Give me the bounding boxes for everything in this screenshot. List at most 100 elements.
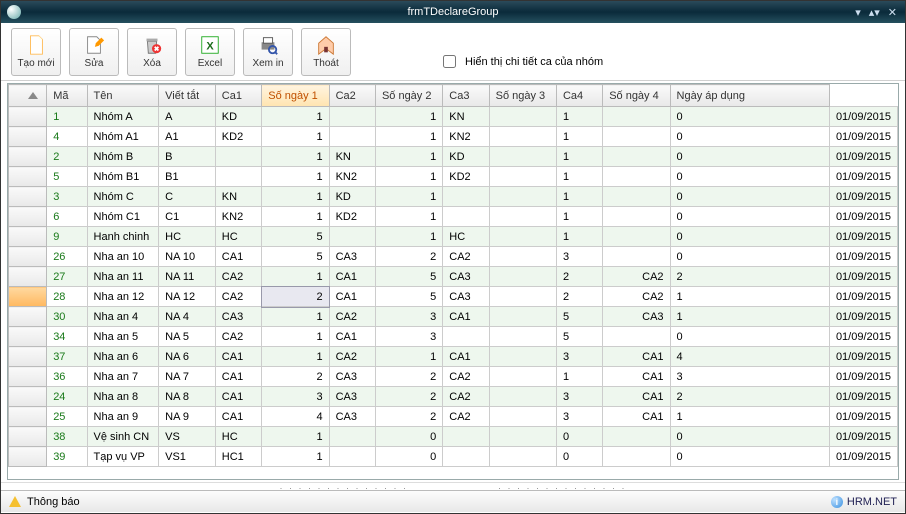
table-row[interactable]: 30Nha an 4NA 4CA31CA23CA15CA3101/09/2015 — [9, 307, 898, 327]
cell[interactable]: Nha an 4 — [87, 307, 159, 327]
table-row[interactable]: 24Nha an 8NA 8CA13CA32CA23CA1201/09/2015 — [9, 387, 898, 407]
row-indicator[interactable] — [9, 267, 47, 287]
cell[interactable]: CA1 — [443, 307, 489, 327]
column-header[interactable]: Ca3 — [443, 85, 489, 107]
cell[interactable] — [443, 207, 489, 227]
cell[interactable]: 0 — [670, 327, 829, 347]
cell[interactable]: 01/09/2015 — [829, 367, 897, 387]
cell[interactable]: 1 — [375, 147, 442, 167]
cell[interactable]: 3 — [556, 407, 602, 427]
cell[interactable]: KD — [329, 187, 375, 207]
cell[interactable]: 01/09/2015 — [829, 407, 897, 427]
cell[interactable] — [489, 387, 556, 407]
cell[interactable]: 1 — [262, 207, 329, 227]
cell[interactable] — [489, 187, 556, 207]
column-header[interactable]: Viết tắt — [159, 85, 216, 107]
splitter[interactable]: · · · · · · · · · · · · · · · · · · · · … — [1, 482, 905, 490]
cell[interactable]: 2 — [262, 287, 329, 307]
cell[interactable]: 2 — [375, 247, 442, 267]
cell[interactable] — [489, 367, 556, 387]
cell[interactable]: 4 — [47, 127, 87, 147]
cell[interactable]: Nhóm B1 — [87, 167, 159, 187]
cell[interactable]: Nha an 11 — [87, 267, 159, 287]
cell[interactable]: 01/09/2015 — [829, 207, 897, 227]
cell[interactable]: NA 10 — [159, 247, 216, 267]
cell[interactable]: 1 — [262, 327, 329, 347]
cell[interactable] — [603, 107, 670, 127]
cell[interactable]: C — [159, 187, 216, 207]
cell[interactable]: Nha an 5 — [87, 327, 159, 347]
cell[interactable]: B — [159, 147, 216, 167]
cell[interactable]: CA3 — [329, 367, 375, 387]
cell[interactable]: CA3 — [603, 307, 670, 327]
cell[interactable]: 0 — [670, 207, 829, 227]
restore-button[interactable]: ▴▾ — [867, 6, 882, 19]
cell[interactable]: 1 — [670, 307, 829, 327]
cell[interactable]: 5 — [556, 327, 602, 347]
cell[interactable]: 1 — [556, 367, 602, 387]
column-header[interactable]: Số ngày 1 — [262, 85, 329, 107]
cell[interactable]: 0 — [670, 447, 829, 467]
cell[interactable]: 01/09/2015 — [829, 127, 897, 147]
cell[interactable]: HC — [215, 227, 261, 247]
cell[interactable]: 1 — [262, 127, 329, 147]
cell[interactable]: 2 — [556, 287, 602, 307]
row-indicator[interactable] — [9, 347, 47, 367]
cell[interactable] — [443, 187, 489, 207]
row-indicator[interactable] — [9, 247, 47, 267]
cell[interactable] — [329, 427, 375, 447]
row-indicator[interactable] — [9, 327, 47, 347]
cell[interactable]: 3 — [375, 307, 442, 327]
cell[interactable]: 2 — [47, 147, 87, 167]
cell[interactable]: 3 — [262, 387, 329, 407]
table-row[interactable]: 25Nha an 9NA 9CA14CA32CA23CA1101/09/2015 — [9, 407, 898, 427]
cell[interactable]: CA1 — [215, 407, 261, 427]
cell[interactable]: CA3 — [443, 267, 489, 287]
row-indicator[interactable] — [9, 307, 47, 327]
cell[interactable]: NA 7 — [159, 367, 216, 387]
cell[interactable]: 26 — [47, 247, 87, 267]
cell[interactable]: CA1 — [603, 407, 670, 427]
cell[interactable]: 1 — [47, 107, 87, 127]
cell[interactable]: 01/09/2015 — [829, 167, 897, 187]
cell[interactable]: 5 — [375, 267, 442, 287]
cell[interactable]: 01/09/2015 — [829, 107, 897, 127]
cell[interactable]: C1 — [159, 207, 216, 227]
cell[interactable]: Nhóm C1 — [87, 207, 159, 227]
cell[interactable]: KN2 — [329, 167, 375, 187]
cell[interactable]: 1 — [556, 107, 602, 127]
table-row[interactable]: 4Nhóm A1A1KD211KN21001/09/2015 — [9, 127, 898, 147]
cell[interactable] — [489, 127, 556, 147]
cell[interactable]: 01/09/2015 — [829, 307, 897, 327]
cell[interactable]: 1 — [262, 347, 329, 367]
cell[interactable]: 1 — [375, 167, 442, 187]
cell[interactable]: CA1 — [603, 347, 670, 367]
cell[interactable]: CA1 — [603, 387, 670, 407]
cell[interactable] — [603, 207, 670, 227]
cell[interactable]: 2 — [670, 387, 829, 407]
column-header[interactable]: Số ngày 2 — [375, 85, 442, 107]
cell[interactable]: 0 — [375, 427, 442, 447]
column-header[interactable]: Mã — [47, 85, 87, 107]
cell[interactable]: 01/09/2015 — [829, 427, 897, 447]
column-header[interactable]: Số ngày 3 — [489, 85, 556, 107]
cell[interactable] — [603, 227, 670, 247]
cell[interactable] — [489, 167, 556, 187]
cell[interactable]: 5 — [47, 167, 87, 187]
table-row[interactable]: 36Nha an 7NA 7CA12CA32CA21CA1301/09/2015 — [9, 367, 898, 387]
cell[interactable]: KN — [329, 147, 375, 167]
cell[interactable]: 1 — [670, 407, 829, 427]
cell[interactable]: HC — [215, 427, 261, 447]
cell[interactable]: 1 — [375, 187, 442, 207]
cell[interactable]: KN — [443, 107, 489, 127]
cell[interactable]: 5 — [375, 287, 442, 307]
cell[interactable]: 1 — [556, 147, 602, 167]
cell[interactable]: 34 — [47, 327, 87, 347]
cell[interactable]: NA 11 — [159, 267, 216, 287]
cell[interactable]: 0 — [556, 427, 602, 447]
cell[interactable]: CA1 — [215, 387, 261, 407]
cell[interactable]: HC — [159, 227, 216, 247]
cell[interactable]: CA2 — [603, 267, 670, 287]
table-row[interactable]: 27Nha an 11NA 11CA21CA15CA32CA2201/09/20… — [9, 267, 898, 287]
cell[interactable]: 0 — [670, 167, 829, 187]
